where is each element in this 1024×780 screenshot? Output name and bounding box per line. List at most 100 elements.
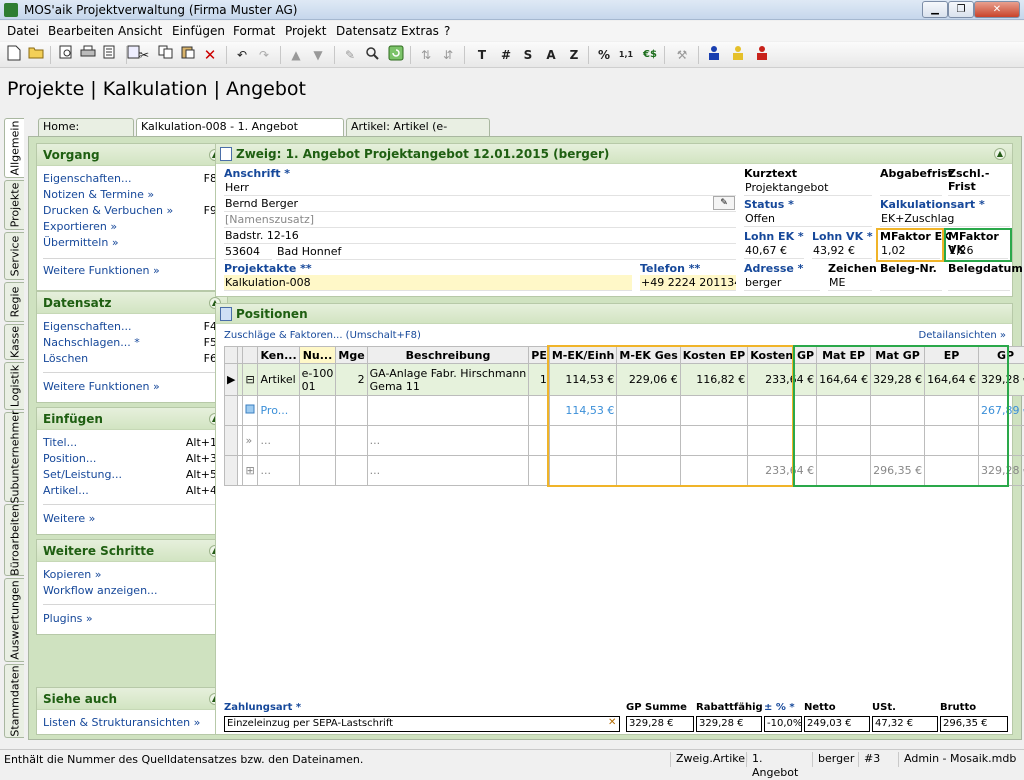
link-workflow[interactable]: Workflow anzeigen... [43,584,158,597]
tab-logistik[interactable]: Logistik [4,362,24,410]
col-kosten-gp[interactable]: Kosten GP [748,347,817,364]
col-gp[interactable]: GP [979,347,1024,364]
tab-allgemein[interactable]: Allgemein [4,118,24,178]
decimals-button[interactable]: 1,1 [616,45,636,65]
menu-einfuegen[interactable]: Einfügen [172,24,225,38]
tab-service[interactable]: Service [4,232,24,280]
table-row[interactable]: Pro... 114,53 € 267,89 € [225,396,1024,426]
currency-button[interactable]: €$ [640,45,660,65]
col-mek-ges[interactable]: M-EK Ges [617,347,680,364]
link-eigenschaften[interactable]: Eigenschaften... [43,172,131,185]
refresh-icon[interactable] [386,45,406,65]
copy-icon[interactable] [156,45,176,65]
col-mat-ep[interactable]: Mat EP [817,347,871,364]
strasse-field[interactable]: Badstr. 12-16 [224,228,736,244]
menu-datensatz[interactable]: Datensatz [336,24,397,38]
link-ds-eigenschaften[interactable]: Eigenschaften... [43,320,131,333]
link-exportieren[interactable]: Exportieren » [43,220,117,233]
col-kennung[interactable]: Ken... [258,347,299,364]
menu-datei[interactable]: Datei [7,24,39,38]
maximize-button[interactable]: ❐ [948,1,974,18]
zuschlaege-link[interactable]: Zuschläge & Faktoren... (Umschalt+F8) [224,330,421,341]
z-button[interactable]: Z [564,45,584,65]
name-field[interactable]: Bernd Berger [224,196,736,212]
menu-projekt[interactable]: Projekt [285,24,326,38]
abgabefrist-field[interactable] [880,180,942,196]
sort-desc-icon[interactable]: ⇵ [438,45,458,65]
clear-icon[interactable]: ✕ [608,717,616,728]
kurztext-field[interactable]: Projektangebot [744,180,872,196]
user-blue-icon[interactable] [704,45,724,65]
bold-title-button[interactable]: T [472,45,492,65]
status-field[interactable]: Offen [744,211,872,227]
move-up-icon[interactable]: ▲ [286,45,306,65]
link-plugins[interactable]: Plugins » [43,612,93,625]
belegdatum-field[interactable] [948,275,1010,291]
plz-field[interactable]: 53604 [224,244,272,260]
user-yellow-icon[interactable] [728,45,748,65]
menu-ansicht[interactable]: Ansicht [118,24,162,38]
user-red-icon[interactable] [752,45,772,65]
doctab-startseite[interactable]: Home: Startseite [38,118,134,136]
table-row[interactable]: ⊞ ... ... 233,64 € 296,35 € 329,28 € [225,456,1024,486]
expand-row-icon[interactable]: » [243,426,258,456]
adresse-field[interactable]: berger [744,275,820,291]
print-icon[interactable] [78,45,98,65]
ort-field[interactable]: Bad Honnef [276,244,736,260]
mfaktor-ek-field[interactable]: 1,02 [880,243,940,259]
link-loeschen[interactable]: Löschen [43,352,88,365]
tab-kasse[interactable]: Kasse [4,324,24,360]
number-button[interactable]: # [496,45,516,65]
table-row[interactable]: ▶ ⊟ Artikel e-10001 2 GA-Anlage Fabr. Hi… [225,364,1024,396]
print-list-icon[interactable] [100,45,120,65]
new-icon[interactable] [4,45,24,65]
undo-icon[interactable]: ↶ [232,45,252,65]
link-position[interactable]: Position... [43,452,96,465]
sort-asc-icon[interactable]: ⇅ [416,45,436,65]
doctab-artikel[interactable]: Artikel: Artikel (e-10001) ✕ [346,118,490,136]
col-ep[interactable]: EP [925,347,979,364]
menu-help[interactable]: ? [444,24,450,38]
close-button[interactable]: ✕ [974,1,1020,18]
collapse-icon[interactable]: ▲ [994,148,1006,160]
doctab-kalkulation[interactable]: Kalkulation-008 - 1. Angebot (berger) ✕ [136,118,344,136]
zeichen-field[interactable]: ME [828,275,872,291]
tab-regie[interactable]: Regie [4,282,24,322]
paste-icon[interactable] [178,45,198,65]
redo-icon[interactable]: ↷ [254,45,274,65]
tab-subunternehmer[interactable]: Subunternehmer [4,412,24,502]
menu-format[interactable]: Format [233,24,275,38]
tab-stammdaten[interactable]: Stammdaten [4,664,24,738]
move-down-icon[interactable]: ▼ [308,45,328,65]
link-set-leistung[interactable]: Set/Leistung... [43,468,122,481]
mfaktor-vk-field[interactable]: 1,26 [948,243,1008,259]
beleg-nr-field[interactable] [880,275,942,291]
zschl-frist-field[interactable] [948,180,1010,196]
tab-auswertungen[interactable]: Auswertungen [4,578,24,662]
link-drucken[interactable]: Drucken & Verbuchen » [43,204,173,217]
edit-icon[interactable]: ✎ [340,45,360,65]
col-menge[interactable]: Mge [336,347,367,364]
collapse-row-icon[interactable]: ⊟ [243,364,258,396]
col-mek-einh[interactable]: M-EK/Einh [549,347,617,364]
col-kosten-ep[interactable]: Kosten EP [680,347,747,364]
link-weitere-funktionen[interactable]: Weitere Funktionen » [43,380,160,393]
telefon-field[interactable]: +49 2224 2011345 [640,275,736,291]
menu-bearbeiten[interactable]: Bearbeiten [48,24,114,38]
tab-projekte[interactable]: Projekte [4,180,24,230]
percent-button[interactable]: % [594,45,614,65]
col-beschreibung[interactable]: Beschreibung [367,347,529,364]
link-weitere-funktionen[interactable]: Weitere Funktionen » [43,264,160,277]
anrede-field[interactable]: Herr [224,180,736,196]
table-row[interactable]: » ... ... [225,426,1024,456]
find-icon[interactable] [362,45,382,65]
link-listen[interactable]: Listen & Strukturansichten » [43,716,200,729]
cut-icon[interactable]: ✂ [134,45,154,65]
link-artikel[interactable]: Artikel... [43,484,89,497]
menu-extras[interactable]: Extras [401,24,439,38]
a-button[interactable]: A [541,45,561,65]
link-nachschlagen[interactable]: Nachschlagen... * [43,336,140,349]
lohn-ek-field[interactable]: 40,67 € [744,243,804,259]
link-weitere[interactable]: Weitere » [43,512,95,525]
tools-icon[interactable]: ⚒ [672,45,692,65]
